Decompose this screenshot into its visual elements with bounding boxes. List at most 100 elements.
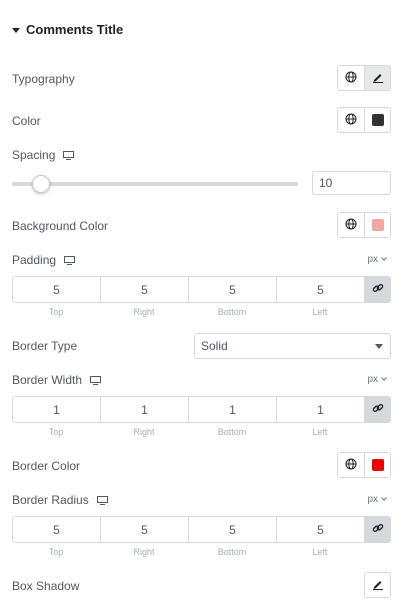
border-width-left-input[interactable]: 1 bbox=[277, 397, 365, 422]
border-width-right-label: Right bbox=[133, 427, 155, 437]
desktop-icon[interactable] bbox=[63, 150, 75, 160]
background-color-global-button[interactable] bbox=[338, 213, 364, 237]
typography-label-text: Typography bbox=[12, 72, 75, 86]
padding-bottom-label: Bottom bbox=[217, 307, 247, 317]
chevron-down-icon bbox=[381, 495, 387, 501]
spacing-label: Spacing bbox=[12, 148, 75, 162]
padding-left-input[interactable]: 5 bbox=[277, 277, 365, 302]
border-color-global-button[interactable] bbox=[338, 453, 364, 477]
border-radius-left-label: Left bbox=[312, 547, 328, 557]
chevron-down-icon bbox=[381, 255, 387, 261]
background-color-controls bbox=[337, 212, 391, 238]
border-type-value: Solid bbox=[201, 339, 228, 353]
border-radius-bottom-label: Bottom bbox=[217, 547, 247, 557]
border-width-top-input[interactable]: 1 bbox=[13, 397, 101, 422]
border-radius-top-input[interactable]: 5 bbox=[13, 517, 101, 542]
border-radius-bottom-input[interactable]: 5 bbox=[189, 517, 277, 542]
border-width-dimensions: 1 1 1 1 bbox=[12, 396, 391, 423]
border-radius-label-text: Border Radius bbox=[12, 493, 89, 507]
border-type-label: Border Type bbox=[12, 339, 77, 353]
padding-dimensions: 5 5 5 5 bbox=[12, 276, 391, 303]
border-color-label: Border Color bbox=[12, 459, 80, 473]
border-width-unit-label: px bbox=[367, 374, 378, 385]
section-title: Comments Title bbox=[26, 22, 124, 37]
padding-unit-select[interactable]: px bbox=[367, 254, 387, 265]
color-picker-button[interactable] bbox=[364, 108, 390, 132]
chevron-down-icon bbox=[381, 375, 387, 381]
padding-top-label: Top bbox=[48, 307, 64, 317]
color-controls bbox=[337, 107, 391, 133]
border-type-label-text: Border Type bbox=[12, 339, 78, 353]
padding-right-input[interactable]: 5 bbox=[101, 277, 189, 302]
border-radius-dimension-labels: Top Right Bottom Left bbox=[12, 547, 364, 557]
border-width-top-label: Top bbox=[48, 427, 64, 437]
spacing-label-text: Spacing bbox=[12, 148, 56, 162]
border-color-swatch bbox=[371, 459, 384, 471]
link-icon bbox=[372, 402, 384, 417]
desktop-icon[interactable] bbox=[90, 375, 102, 385]
padding-top-input[interactable]: 5 bbox=[13, 277, 101, 302]
border-color-picker-button[interactable] bbox=[364, 453, 390, 477]
border-width-label-text: Border Width bbox=[12, 373, 83, 387]
box-shadow-label-text: Box Shadow bbox=[12, 579, 80, 593]
desktop-icon[interactable] bbox=[96, 495, 108, 505]
background-color-swatch bbox=[371, 219, 384, 231]
caret-down-icon bbox=[375, 344, 383, 349]
background-color-label-text: Background Color bbox=[12, 219, 109, 233]
border-width-unit-select[interactable]: px bbox=[367, 374, 387, 385]
background-color-picker-button[interactable] bbox=[364, 213, 390, 237]
section-header-comments-title[interactable]: Comments Title bbox=[12, 22, 123, 37]
pencil-icon bbox=[372, 71, 384, 86]
globe-icon bbox=[345, 113, 357, 128]
border-radius-unit-label: px bbox=[367, 494, 378, 505]
color-label: Color bbox=[12, 114, 41, 128]
globe-icon bbox=[345, 458, 357, 473]
background-color-label: Background Color bbox=[12, 219, 108, 233]
border-radius-right-input[interactable]: 5 bbox=[101, 517, 189, 542]
border-width-right-input[interactable]: 1 bbox=[101, 397, 189, 422]
border-radius-link-button[interactable] bbox=[365, 517, 390, 542]
padding-bottom-input[interactable]: 5 bbox=[189, 277, 277, 302]
caret-down-icon bbox=[12, 27, 20, 33]
spacing-slider-handle[interactable] bbox=[31, 175, 50, 193]
border-radius-unit-select[interactable]: px bbox=[367, 494, 387, 505]
typography-controls bbox=[337, 65, 391, 91]
spacing-slider-track[interactable] bbox=[12, 182, 298, 186]
typography-edit-button[interactable] bbox=[364, 66, 390, 90]
globe-icon bbox=[345, 218, 357, 233]
spacing-input[interactable]: 10 bbox=[312, 171, 391, 195]
link-icon bbox=[372, 522, 384, 537]
border-width-label: Border Width bbox=[12, 373, 102, 387]
border-width-dimension-labels: Top Right Bottom Left bbox=[12, 427, 364, 437]
border-radius-left-input[interactable]: 5 bbox=[277, 517, 365, 542]
border-color-controls bbox=[337, 452, 391, 478]
padding-left-label: Left bbox=[312, 307, 328, 317]
border-width-link-button[interactable] bbox=[365, 397, 390, 422]
border-width-left-label: Left bbox=[312, 427, 328, 437]
padding-dimension-labels: Top Right Bottom Left bbox=[12, 307, 364, 317]
padding-link-button[interactable] bbox=[365, 277, 390, 302]
color-label-text: Color bbox=[12, 114, 41, 128]
padding-right-label: Right bbox=[133, 307, 155, 317]
globe-icon bbox=[345, 71, 357, 86]
border-color-label-text: Border Color bbox=[12, 459, 81, 473]
border-radius-dimensions: 5 5 5 5 bbox=[12, 516, 391, 543]
padding-label-text: Padding bbox=[12, 253, 57, 267]
box-shadow-edit-button[interactable] bbox=[364, 572, 391, 598]
border-radius-right-label: Right bbox=[133, 547, 155, 557]
box-shadow-label: Box Shadow bbox=[12, 579, 79, 593]
color-swatch bbox=[371, 114, 384, 126]
desktop-icon[interactable] bbox=[64, 255, 76, 265]
color-global-button[interactable] bbox=[338, 108, 364, 132]
padding-label: Padding bbox=[12, 253, 76, 267]
border-radius-label: Border Radius bbox=[12, 493, 108, 507]
typography-global-button[interactable] bbox=[338, 66, 364, 90]
link-icon bbox=[372, 282, 384, 297]
border-radius-top-label: Top bbox=[48, 547, 64, 557]
typography-label: Typography bbox=[12, 72, 75, 86]
padding-unit-label: px bbox=[367, 254, 378, 265]
border-type-select[interactable]: Solid bbox=[194, 333, 391, 359]
pencil-icon bbox=[372, 578, 384, 593]
border-width-bottom-input[interactable]: 1 bbox=[189, 397, 277, 422]
border-width-bottom-label: Bottom bbox=[217, 427, 247, 437]
